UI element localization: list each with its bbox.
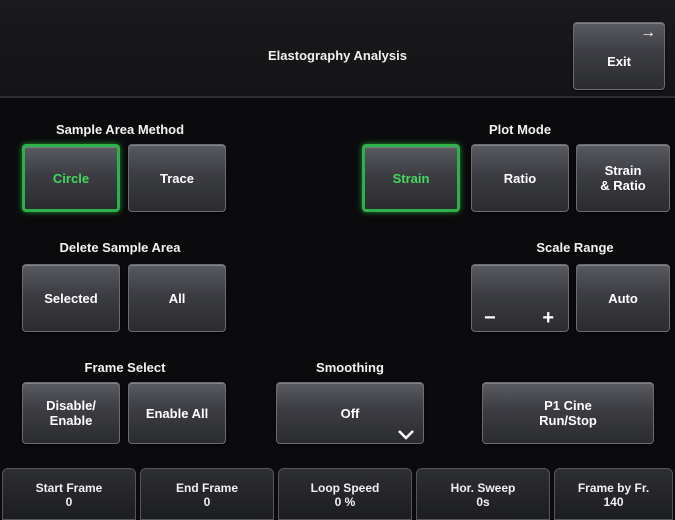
plus-icon[interactable]: + (542, 308, 554, 328)
delete-selected-button[interactable]: Selected (22, 264, 120, 332)
frame-by-frame-value: 140 (603, 495, 624, 509)
end-frame-knob[interactable]: End Frame 0 (140, 468, 274, 520)
frame-select-label: Frame Select (84, 360, 166, 375)
end-frame-label: End Frame (175, 481, 238, 495)
circle-button[interactable]: Circle (22, 144, 120, 212)
p1-cine-run-stop-button[interactable]: P1 Cine Run/Stop (482, 382, 654, 444)
sample-area-method-label: Sample Area Method (55, 122, 185, 137)
disable-enable-button[interactable]: Disable/ Enable (22, 382, 120, 444)
smoothing-value: Off (340, 405, 360, 421)
loop-speed-knob[interactable]: Loop Speed 0 % (278, 468, 412, 520)
frame-by-frame-label: Frame by Fr. (577, 481, 650, 495)
exit-label: Exit (607, 53, 631, 69)
delete-all-button[interactable]: All (128, 264, 226, 332)
strain-and-ratio-button[interactable]: Strain & Ratio (576, 144, 670, 212)
start-frame-value: 0 (65, 495, 73, 509)
ratio-button[interactable]: Ratio (471, 144, 569, 212)
frame-by-frame-knob[interactable]: Frame by Fr. 140 (554, 468, 673, 520)
delete-sample-area-label: Delete Sample Area (59, 240, 181, 255)
hor-sweep-value: 0s (476, 495, 490, 509)
scale-auto-button[interactable]: Auto (576, 264, 670, 332)
arrow-right-icon: → (640, 24, 656, 41)
enable-all-button[interactable]: Enable All (128, 382, 226, 444)
exit-button[interactable]: → Exit (573, 22, 665, 90)
start-frame-knob[interactable]: Start Frame 0 (2, 468, 136, 520)
strain-button[interactable]: Strain (362, 144, 460, 212)
hor-sweep-knob[interactable]: Hor. Sweep 0s (416, 468, 550, 520)
end-frame-value: 0 (203, 495, 211, 509)
loop-speed-value: 0 % (334, 495, 356, 509)
plot-mode-label: Plot Mode (488, 122, 552, 137)
start-frame-label: Start Frame (35, 481, 103, 495)
loop-speed-label: Loop Speed (310, 481, 380, 495)
scale-range-stepper[interactable]: − + (471, 264, 569, 332)
smoothing-label: Smoothing (316, 360, 384, 375)
chevron-down-icon (398, 430, 414, 440)
minus-icon[interactable]: − (484, 308, 496, 328)
smoothing-dropdown[interactable]: Off (276, 382, 424, 444)
hor-sweep-label: Hor. Sweep (450, 481, 516, 495)
scale-range-label: Scale Range (536, 240, 614, 255)
trace-button[interactable]: Trace (128, 144, 226, 212)
